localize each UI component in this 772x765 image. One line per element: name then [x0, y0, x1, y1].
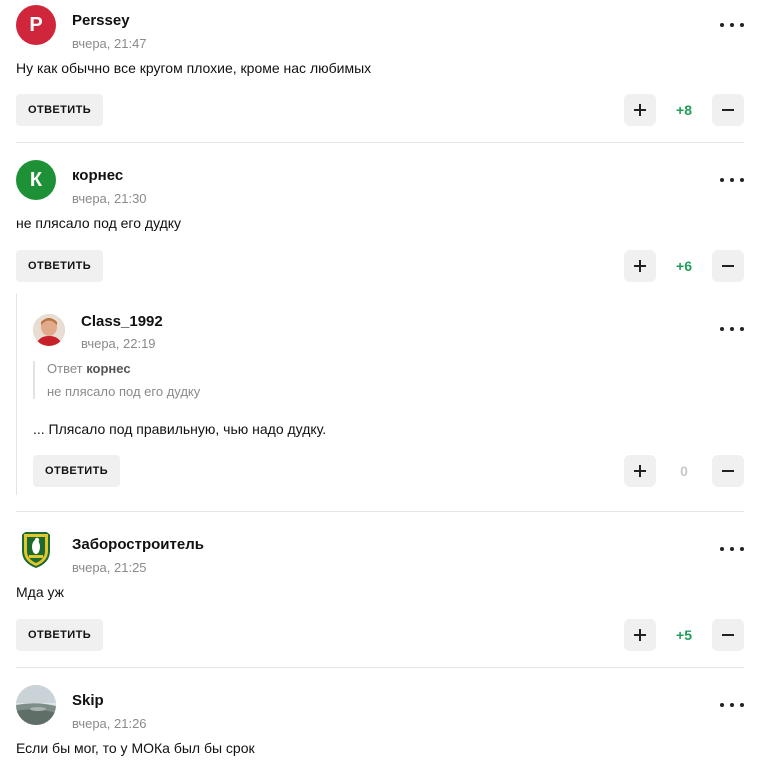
upvote-button[interactable]: [624, 94, 656, 126]
comment-score: +6: [676, 258, 692, 274]
comment-text: Ну как обычно все кругом плохие, кроме н…: [16, 60, 372, 76]
comment-text: не плясало под его дудку: [16, 215, 182, 231]
more-options-icon[interactable]: [720, 174, 744, 186]
upvote-button[interactable]: [624, 619, 656, 651]
club-crest-icon: [22, 532, 50, 569]
comment-text: Если бы мог, то у МОКа был бы срок: [16, 740, 255, 756]
comment-author[interactable]: Заборостроитель: [72, 536, 204, 553]
plus-icon: [634, 260, 646, 272]
comment-text: Мда уж: [16, 584, 65, 600]
comment-author[interactable]: Perssey: [72, 12, 130, 29]
comment-score: +5: [676, 627, 692, 643]
divider: [16, 142, 744, 143]
minus-icon: [722, 260, 734, 272]
comment-time: вчера, 21:30: [72, 191, 147, 206]
minus-icon: [722, 465, 734, 477]
comment-score: +8: [676, 102, 692, 118]
avatar-letter: P: [29, 13, 43, 36]
avatar[interactable]: [16, 685, 56, 725]
divider: [16, 667, 744, 668]
upvote-button[interactable]: [624, 250, 656, 282]
quote-header: Ответ корнес: [47, 361, 200, 376]
comment: Skip вчера, 21:26 Если бы мог, то у МОКа…: [16, 685, 744, 761]
landscape-photo-icon: [16, 685, 56, 725]
comment: К корнес вчера, 21:30 не плясало под его…: [16, 160, 744, 284]
comment-time: вчера, 21:25: [72, 560, 147, 575]
plus-icon: [634, 104, 646, 116]
comment-author[interactable]: корнес: [72, 167, 123, 184]
minus-icon: [722, 104, 734, 116]
thread-line: [16, 294, 17, 495]
more-options-icon[interactable]: [720, 19, 744, 31]
reply-button[interactable]: ОТВЕТИТЬ: [16, 619, 104, 651]
comment: Заборостроитель вчера, 21:25 Мда уж ОТВЕ…: [16, 529, 744, 653]
user-photo-icon: [33, 314, 65, 346]
minus-icon: [722, 629, 734, 641]
more-options-icon[interactable]: [720, 543, 744, 555]
reply-button[interactable]: ОТВЕТИТЬ: [33, 455, 121, 487]
quote-prefix: Ответ: [47, 361, 83, 376]
comment-time: вчера, 22:19: [81, 336, 156, 351]
avatar[interactable]: P: [16, 5, 56, 45]
comment-score: 0: [680, 463, 688, 479]
downvote-button[interactable]: [712, 619, 744, 651]
more-options-icon[interactable]: [720, 323, 744, 335]
comment: P Perssey вчера, 21:47 Ну как обычно все…: [16, 5, 744, 129]
comments-feed: P Perssey вчера, 21:47 Ну как обычно все…: [0, 0, 772, 765]
comment-author[interactable]: Class_1992: [81, 313, 163, 330]
reply-quote: Ответ корнес не плясало под его дудку: [33, 361, 200, 399]
avatar[interactable]: К: [16, 160, 56, 200]
comment-time: вчера, 21:26: [72, 716, 147, 731]
comment-time: вчера, 21:47: [72, 36, 147, 51]
downvote-button[interactable]: [712, 455, 744, 487]
quote-text: не плясало под его дудку: [47, 384, 201, 399]
upvote-button[interactable]: [624, 455, 656, 487]
plus-icon: [634, 629, 646, 641]
reply-comment: Class_1992 вчера, 22:19 Ответ корнес не …: [33, 311, 744, 491]
divider: [16, 511, 744, 512]
downvote-button[interactable]: [712, 250, 744, 282]
avatar[interactable]: [16, 529, 56, 569]
plus-icon: [634, 465, 646, 477]
reply-button[interactable]: ОТВЕТИТЬ: [16, 94, 104, 126]
comment-author[interactable]: Skip: [72, 692, 104, 709]
avatar-letter: К: [29, 168, 43, 191]
comment-text: ... Плясало под правильную, чью надо дуд…: [33, 421, 327, 437]
downvote-button[interactable]: [712, 94, 744, 126]
quote-author[interactable]: корнес: [86, 361, 130, 376]
avatar[interactable]: [33, 314, 65, 346]
more-options-icon[interactable]: [720, 699, 744, 711]
reply-button[interactable]: ОТВЕТИТЬ: [16, 250, 104, 282]
